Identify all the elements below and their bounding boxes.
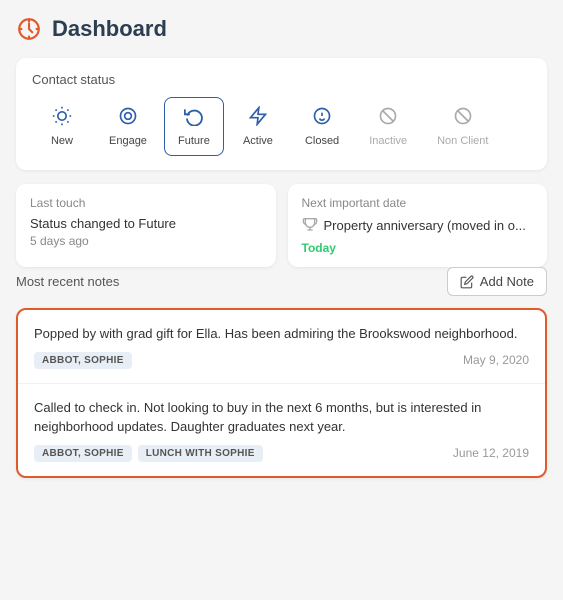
note-date-1: May 9, 2020 [463, 353, 529, 367]
note-date-2: June 12, 2019 [453, 446, 529, 460]
add-note-label: Add Note [480, 274, 534, 289]
tab-inactive[interactable]: Inactive [356, 97, 420, 156]
status-tabs: New Engage Future Active Closed [32, 97, 531, 156]
notes-section-label: Most recent notes [16, 274, 119, 289]
tab-closed[interactable]: Closed [292, 97, 352, 156]
contact-status-card: Contact status New Engage Future Active [16, 58, 547, 170]
engage-icon [118, 106, 138, 131]
note-text-2: Called to check in. Not looking to buy i… [34, 398, 529, 437]
tab-engage-label: Engage [109, 135, 147, 147]
trophy-icon [302, 216, 318, 237]
note-footer-1: ABBOT, SOPHIE May 9, 2020 [34, 352, 529, 369]
last-touch-label: Last touch [30, 196, 262, 210]
add-note-button[interactable]: Add Note [447, 267, 547, 296]
tab-new[interactable]: New [32, 97, 92, 156]
dashboard-icon [16, 16, 42, 42]
tag-1-1: LUNCH WITH SOPHIE [138, 445, 263, 462]
tab-new-label: New [51, 135, 73, 147]
next-date-label: Next important date [302, 196, 534, 210]
page-header: Dashboard [16, 16, 547, 42]
note-item-2: Called to check in. Not looking to buy i… [18, 384, 545, 476]
note-footer-2: ABBOT, SOPHIE LUNCH WITH SOPHIE June 12,… [34, 445, 529, 462]
nonclient-icon [453, 106, 473, 131]
tag-0-0: ABBOT, SOPHIE [34, 352, 132, 369]
contact-status-label: Contact status [32, 72, 531, 87]
last-touch-time: 5 days ago [30, 234, 262, 248]
future-icon [184, 106, 204, 131]
note-text-1: Popped by with grad gift for Ella. Has b… [34, 324, 529, 344]
next-date-value: Today [302, 241, 534, 255]
tab-nonclient[interactable]: Non Client [424, 97, 501, 156]
tab-engage[interactable]: Engage [96, 97, 160, 156]
tab-closed-label: Closed [305, 135, 339, 147]
closed-icon [312, 106, 332, 131]
new-icon [52, 106, 72, 131]
notes-list: Popped by with grad gift for Ella. Has b… [16, 308, 547, 478]
tab-future[interactable]: Future [164, 97, 224, 156]
note-tags-1: ABBOT, SOPHIE [34, 352, 132, 369]
next-date-event-row: Property anniversary (moved in o... [302, 216, 534, 237]
notes-header: Most recent notes Add Note [16, 267, 547, 296]
note-tags-2: ABBOT, SOPHIE LUNCH WITH SOPHIE [34, 445, 263, 462]
tab-active-label: Active [243, 135, 273, 147]
active-icon [248, 106, 268, 131]
inactive-icon [378, 106, 398, 131]
note-item-1: Popped by with grad gift for Ella. Has b… [18, 310, 545, 383]
edit-icon [460, 275, 474, 289]
notes-section: Most recent notes Add Note Popped by wit… [16, 267, 547, 478]
tab-nonclient-label: Non Client [437, 135, 488, 147]
last-touch-card: Last touch Status changed to Future 5 da… [16, 184, 276, 267]
last-touch-status: Status changed to Future [30, 216, 262, 231]
next-date-card: Next important date Property anniversary… [288, 184, 548, 267]
tab-active[interactable]: Active [228, 97, 288, 156]
tab-future-label: Future [178, 135, 210, 147]
tab-inactive-label: Inactive [369, 135, 407, 147]
next-date-event: Property anniversary (moved in o... [324, 218, 526, 233]
info-row: Last touch Status changed to Future 5 da… [16, 184, 547, 267]
page-title: Dashboard [52, 16, 167, 42]
tag-1-0: ABBOT, SOPHIE [34, 445, 132, 462]
